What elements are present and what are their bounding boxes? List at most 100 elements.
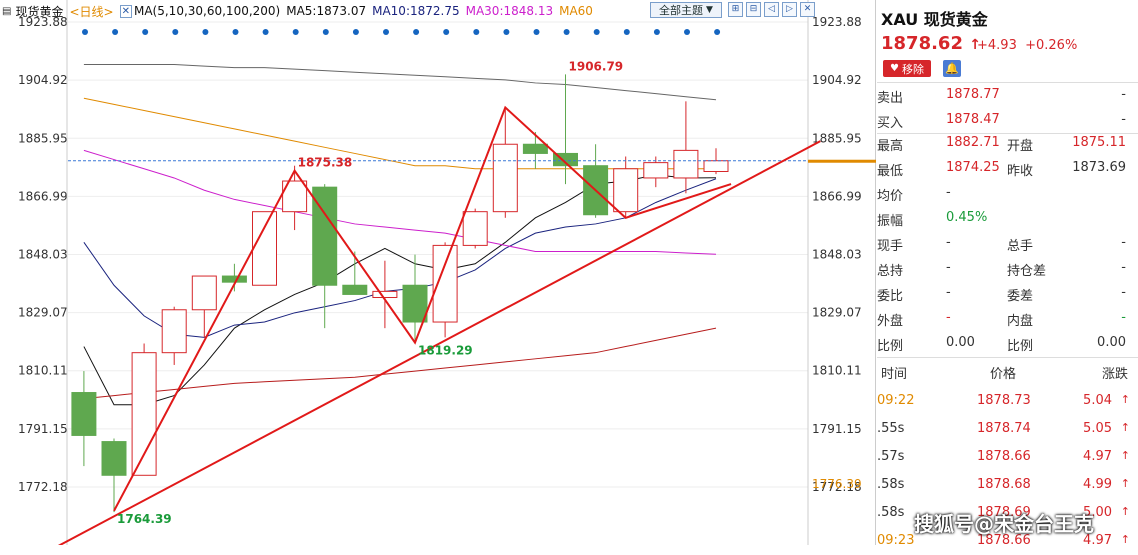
y-tick-label-left: 1848.03 — [18, 248, 68, 262]
tick-change: 5.05 — [1083, 421, 1112, 436]
divider — [877, 357, 1138, 358]
tick-time: 09:22 — [877, 393, 915, 408]
chevron-down-icon: ▼ — [706, 5, 713, 15]
quote-label: 比例 — [1007, 339, 1034, 354]
quote-value: 0.00 — [1097, 335, 1126, 350]
quote-row: 委比 - 委差 - — [877, 281, 1138, 306]
quote-value: 1875.11 — [1072, 135, 1126, 150]
candle-body — [703, 160, 729, 172]
remove-button[interactable]: ♥ 移除 — [883, 60, 931, 77]
quote-value: - — [1121, 310, 1126, 325]
candlestick-chart[interactable]: 1923.88 1923.881904.92 1904.921885.95 1885.… — [0, 0, 876, 545]
extreme-label: 1906.79 — [569, 59, 624, 73]
quote-row: 比例 0.00 比例 0.00 — [877, 331, 1138, 356]
quote-value: - — [1121, 112, 1126, 127]
event-dot — [322, 29, 329, 35]
quote-label: 总持 — [877, 264, 904, 279]
scroll-left-icon[interactable]: ◁ — [764, 2, 779, 17]
event-dot — [593, 29, 600, 35]
quote-value: - — [946, 310, 951, 325]
tick-change: 5.04 — [1083, 393, 1112, 408]
event-dot — [82, 29, 88, 35]
event-dot — [383, 29, 389, 35]
extreme-label: 1875.38 — [298, 156, 353, 170]
candle-body — [71, 392, 97, 436]
bell-button[interactable]: 🔔 — [943, 60, 961, 77]
zoom-out-icon[interactable]: ⊟ — [746, 2, 761, 17]
ma10-value: MA10:1872.75 — [372, 4, 460, 18]
event-dot — [714, 29, 721, 35]
last-price-value: 1878.62 — [881, 33, 963, 54]
quote-value: 1874.25 — [946, 160, 1000, 175]
quote-value: 0.45% — [946, 210, 988, 225]
quote-label: 开盘 — [1007, 139, 1034, 154]
tick-time: .58s — [877, 505, 905, 520]
quote-label: 现手 — [877, 239, 904, 254]
quote-row: 最高 1882.71 开盘 1875.11 — [877, 131, 1138, 156]
y-tick-label-right: 1848.03 — [812, 248, 862, 262]
quote-value: - — [946, 260, 951, 275]
ma30-value: MA30:1848.13 — [465, 4, 554, 18]
tick-time: 09:23 — [877, 533, 915, 548]
event-dot — [503, 29, 510, 35]
quote-row: 现手 - 总手 - — [877, 231, 1138, 256]
ma-toggle-icon[interactable]: ✕ — [119, 4, 132, 18]
event-dot — [142, 29, 149, 35]
tick-row: .58s 1878.68 4.99 ↑ — [877, 471, 1138, 499]
scroll-right-icon[interactable]: ▷ — [782, 2, 797, 17]
y-tick-label-left: 1866.99 — [18, 189, 68, 203]
heart-icon: ♥ — [890, 63, 899, 74]
chart-toolbar: ▤ 现货黄金 <日线> ✕ MA(5,10,30,60,100,200) MA5… — [0, 2, 599, 20]
ma-params: MA(5,10,30,60,100,200) — [133, 4, 281, 18]
close-icon[interactable]: ✕ — [800, 2, 815, 17]
y-tick-label-right: 1885.95 — [812, 131, 862, 145]
candle-body — [252, 211, 277, 286]
zoom-in-icon[interactable]: ⊞ — [728, 2, 743, 17]
up-arrow-icon: ↑ — [1120, 477, 1130, 490]
quote-row: 最低 1874.25 昨收 1873.69 — [877, 156, 1138, 181]
candle-body — [522, 143, 548, 154]
event-dot — [653, 29, 660, 35]
tick-price: 1878.68 — [977, 477, 1031, 492]
chart-area[interactable]: 1923.88 1923.88 1904.92 1904.92 1885.95 1885.… — [0, 0, 876, 545]
y-tick-label-left: 1772.18 — [18, 480, 68, 494]
candle-body — [462, 211, 488, 246]
y-tick-label-right: 1829.07 — [812, 306, 862, 320]
ticks-header-price: 价格 — [990, 367, 1017, 382]
quote-panel: XAU 现货黄金 1878.62 ↑ +4.93 +0.26% ♥ 移除 🔔 卖… — [877, 0, 1138, 548]
y-tick-label-right: 1791.15 — [812, 422, 862, 436]
quote-value: 0.00 — [946, 335, 975, 350]
extreme-label: 1764.39 — [117, 512, 172, 526]
candle-body — [342, 284, 368, 295]
event-dot — [533, 29, 540, 35]
quote-label: 委差 — [1007, 289, 1034, 304]
candle-body — [131, 352, 157, 476]
price-marker — [808, 159, 876, 163]
quote-label: 振幅 — [877, 214, 904, 229]
period-label[interactable]: <日线> — [69, 3, 113, 20]
ticks-header-time: 时间 — [881, 367, 908, 382]
event-dot — [202, 29, 209, 35]
tick-time: .55s — [877, 421, 905, 436]
candle-body — [101, 441, 127, 476]
tick-row: 09:22 1878.73 5.04 ↑ — [877, 387, 1138, 415]
ma5-value: MA5:1873.07 — [286, 4, 367, 18]
quote-value: - — [1121, 235, 1126, 250]
quote-value: 1873.69 — [1072, 160, 1126, 175]
tick-change: 4.97 — [1083, 449, 1112, 464]
event-dot — [413, 29, 420, 35]
y-tick-label-left: 1904.92 — [18, 73, 68, 87]
ticks-header-change: 涨跌 — [1101, 367, 1128, 382]
themes-dropdown[interactable]: 全部主题 ▼ — [650, 2, 722, 18]
up-arrow-icon: ↑ — [1120, 533, 1130, 546]
event-dot — [112, 29, 119, 35]
event-dot — [623, 29, 630, 35]
quote-value: 1878.47 — [946, 112, 1000, 127]
up-arrow-icon: ↑ — [1120, 421, 1130, 434]
quote-label: 昨收 — [1007, 164, 1034, 179]
themes-label: 全部主题 — [659, 4, 704, 17]
y-tick-label-left: 1791.15 — [18, 422, 68, 436]
y-tick-label-left: 1885.95 — [18, 131, 68, 145]
y-tick-label-left: 1829.07 — [18, 306, 68, 320]
up-arrow-icon: ↑ — [1120, 393, 1130, 406]
